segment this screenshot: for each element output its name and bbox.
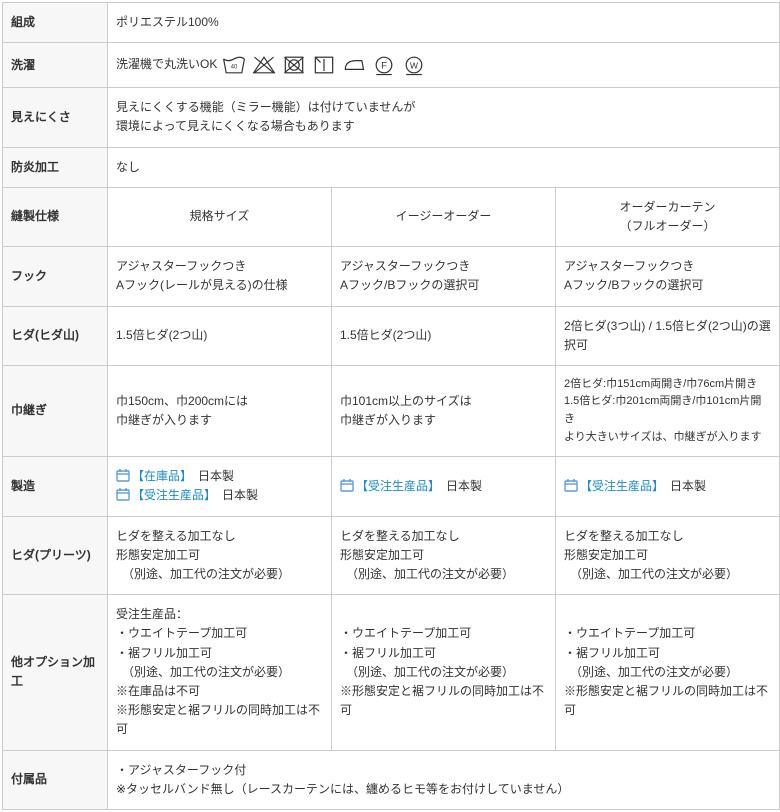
value-wash: 洗濯機で丸洗いOK 40 F W [108,43,780,88]
options-c2: ・ウエイトテープ加工可・裾フリル加工可 （別途、加工代の注文が必要）※形態安定と… [332,595,556,750]
pleat-proc-c1: ヒダを整える加工なし形態安定加工可 （別途、加工代の注文が必要） [108,516,332,595]
options-c3: ・ウエイトテープ加工可・裾フリル加工可 （別途、加工代の注文が必要）※形態安定と… [556,595,780,750]
seam-c2: 巾101cm以上のサイズは巾継ぎが入ります [332,365,556,456]
row-accessory: 付属品 ・アジャスターフック付※タッセルバンド無し（レースカーテンには、纏めるヒ… [3,750,780,809]
dryclean-f-icon: F [371,53,397,77]
label-spec: 縫製仕様 [3,187,108,246]
pleat-mt-c1: 1.5倍ヒダ(2つ山) [108,306,332,365]
col-standard: 規格サイズ [108,187,332,246]
value-fireproof: なし [108,147,780,187]
row-composition: 組成 ポリエステル100% [3,3,780,43]
no-tumble-dry-icon [281,53,307,77]
order-link[interactable]: 【受注生産品】 [132,488,210,502]
hook-c2: アジャスターフックつきAフック/Bフックの選択可 [332,247,556,306]
row-opacity: 見えにくさ 見えにくくする機能（ミラー機能）は付けていませんが 環境によって見え… [3,88,780,147]
hook-c1: アジャスターフックつきAフック(レールが見える)の仕様 [108,247,332,306]
calendar-icon [340,478,354,492]
label-accessory: 付属品 [3,750,108,809]
label-hook: フック [3,247,108,306]
stock-link[interactable]: 【在庫品】 [132,469,186,483]
label-composition: 組成 [3,3,108,43]
row-pleat-proc: ヒダ(プリーツ) ヒダを整える加工なし形態安定加工可 （別途、加工代の注文が必要… [3,516,780,595]
col-full: オーダーカーテン （フルオーダー） [556,187,780,246]
row-wash: 洗濯 洗濯機で丸洗いOK 40 F W [3,43,780,88]
seam-c1: 巾150cm、巾200cmには巾継ぎが入ります [108,365,332,456]
hook-c3: アジャスターフックつきAフック/Bフックの選択可 [556,247,780,306]
label-pleat-proc: ヒダ(プリーツ) [3,516,108,595]
manufacture-c2: 【受注生産品】 日本製 [332,457,556,516]
options-c1: 受注生産品：・ウエイトテープ加工可・裾フリル加工可 （別途、加工代の注文が必要）… [108,595,332,750]
pleat-proc-c3: ヒダを整える加工なし形態安定加工可 （別途、加工代の注文が必要） [556,516,780,595]
order-link[interactable]: 【受注生産品】 [580,479,658,493]
label-opacity: 見えにくさ [3,88,108,147]
value-accessory: ・アジャスターフック付※タッセルバンド無し（レースカーテンには、纏めるヒモ等をお… [108,750,780,809]
iron-icon [341,53,367,77]
pleat-proc-c2: ヒダを整える加工なし形態安定加工可 （別途、加工代の注文が必要） [332,516,556,595]
wetclean-w-icon: W [401,53,427,77]
svg-text:W: W [410,61,419,71]
row-hook: フック アジャスターフックつきAフック(レールが見える)の仕様 アジャスターフッ… [3,247,780,306]
label-wash: 洗濯 [3,43,108,88]
spec-table: 組成 ポリエステル100% 洗濯 洗濯機で丸洗いOK 40 F W 見えにくさ … [2,2,780,810]
pleat-mt-c3: 2倍ヒダ(3つ山) / 1.5倍ヒダ(2つ山)の選択可 [556,306,780,365]
label-fireproof: 防炎加工 [3,147,108,187]
value-composition: ポリエステル100% [108,3,780,43]
manufacture-c1: 【在庫品】 日本製 【受注生産品】 日本製 [108,457,332,516]
label-options: 他オプション加工 [3,595,108,750]
svg-text:40: 40 [230,65,237,71]
row-manufacture: 製造 【在庫品】 日本製 【受注生産品】 日本製 【受注生産品】 日本製 【受注… [3,457,780,516]
calendar-icon [564,478,578,492]
col-easy: イージーオーダー [332,187,556,246]
label-pleat-mt: ヒダ(ヒダ山) [3,306,108,365]
order-link[interactable]: 【受注生産品】 [356,479,434,493]
no-bleach-icon [251,53,277,77]
row-spec-header: 縫製仕様 規格サイズ イージーオーダー オーダーカーテン （フルオーダー） [3,187,780,246]
wash-machine-icon: 40 [221,53,247,77]
label-manufacture: 製造 [3,457,108,516]
dry-shade-icon [311,53,337,77]
value-opacity: 見えにくくする機能（ミラー機能）は付けていませんが 環境によって見えにくくなる場… [108,88,780,147]
seam-c3: 2倍ヒダ:巾151cm両開き/巾76cm片開き1.5倍ヒダ:巾201cm両開き/… [556,365,780,456]
manufacture-c3: 【受注生産品】 日本製 [556,457,780,516]
label-seam: 巾継ぎ [3,365,108,456]
row-pleat-mt: ヒダ(ヒダ山) 1.5倍ヒダ(2つ山) 1.5倍ヒダ(2つ山) 2倍ヒダ(3つ山… [3,306,780,365]
calendar-icon [116,468,130,482]
pleat-mt-c2: 1.5倍ヒダ(2つ山) [332,306,556,365]
svg-text:F: F [381,61,387,72]
row-fireproof: 防炎加工 なし [3,147,780,187]
care-icons: 40 F W [221,53,427,77]
row-seam: 巾継ぎ 巾150cm、巾200cmには巾継ぎが入ります 巾101cm以上のサイズ… [3,365,780,456]
row-options: 他オプション加工 受注生産品：・ウエイトテープ加工可・裾フリル加工可 （別途、加… [3,595,780,750]
calendar-icon [116,487,130,501]
